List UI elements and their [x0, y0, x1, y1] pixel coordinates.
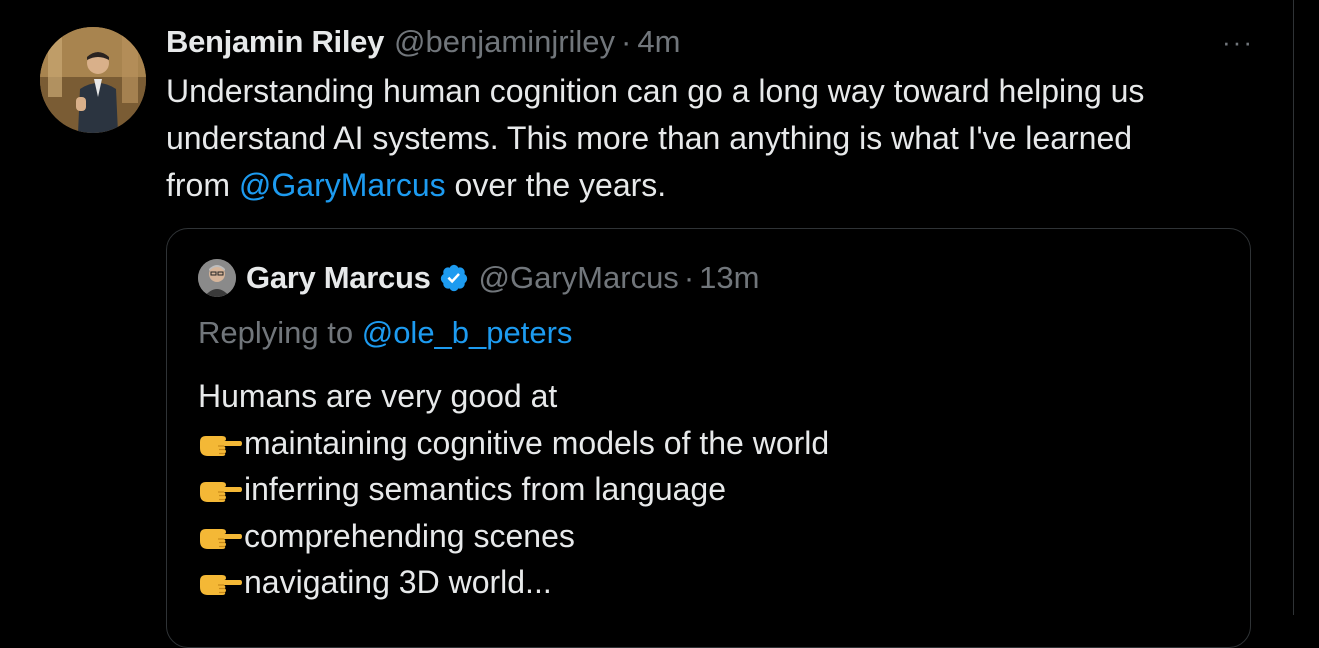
pointing-hand-icon — [200, 482, 242, 502]
author-avatar[interactable] — [40, 27, 146, 133]
quoted-tweet-timestamp[interactable]: 13m — [699, 260, 759, 296]
tweet-text-line: Understanding human cognition can go a l… — [166, 73, 1145, 109]
pointing-hand-icon — [200, 435, 242, 456]
quoted-author-name[interactable]: Gary Marcus — [246, 260, 431, 296]
quoted-bullet-line: inferring semantics from language — [198, 466, 829, 513]
pointing-hand-icon — [200, 575, 242, 595]
tweet-text-prefix: from — [166, 167, 239, 203]
quoted-tweet-card[interactable]: Gary Marcus @GaryMarcus · 13m Replying t… — [166, 228, 1251, 648]
quoted-tweet-header: Gary Marcus @GaryMarcus · 13m — [198, 257, 759, 299]
tweet[interactable]: Benjamin Riley @benjaminjriley · 4m ··· … — [0, 0, 1293, 648]
bullet-text: maintaining cognitive models of the worl… — [244, 424, 830, 461]
author-name[interactable]: Benjamin Riley — [166, 24, 384, 60]
verified-badge-icon — [440, 264, 467, 292]
tweet-text: Understanding human cognition can go a l… — [166, 68, 1236, 209]
tweet-header: Benjamin Riley @benjaminjriley · 4m — [166, 22, 680, 62]
tweet-timestamp[interactable]: 4m — [637, 24, 680, 60]
quoted-bullet-line: maintaining cognitive models of the worl… — [198, 420, 829, 467]
tweet-text-line: understand AI systems. This more than an… — [166, 120, 1133, 156]
bullet-text: navigating 3D world... — [244, 564, 552, 600]
separator-dot: · — [621, 24, 632, 59]
quoted-bullet-line: navigating 3D world... — [198, 559, 829, 606]
more-options-button[interactable]: ··· — [1218, 26, 1258, 57]
tweet-text-suffix: over the years. — [445, 167, 667, 203]
replying-to-mention[interactable]: @ole_b_peters — [362, 315, 573, 350]
quoted-tweet-text: Humans are very good at maintaining cogn… — [198, 373, 829, 606]
bullet-text: comprehending scenes — [244, 517, 575, 554]
quoted-author-avatar-image — [198, 259, 236, 297]
mention-link[interactable]: @GaryMarcus — [239, 167, 446, 203]
more-icon: ··· — [1222, 26, 1254, 57]
author-avatar-image — [40, 27, 146, 133]
quoted-author-handle[interactable]: @GaryMarcus — [479, 260, 679, 296]
replying-to-label: Replying to — [198, 315, 362, 350]
replying-to-line: Replying to @ole_b_peters — [198, 315, 572, 351]
quoted-intro-line: Humans are very good at — [198, 378, 558, 414]
pointing-hand-icon — [200, 528, 242, 549]
quoted-bullet-line: comprehending scenes — [198, 513, 829, 560]
quoted-separator-dot: · — [683, 260, 695, 295]
timeline-divider — [1293, 0, 1294, 615]
quoted-author-avatar[interactable] — [198, 259, 236, 297]
author-handle[interactable]: @benjaminjriley — [394, 24, 615, 60]
tweet-text-line: from @GaryMarcus over the years. — [166, 162, 1236, 209]
bullet-text: inferring semantics from language — [244, 471, 727, 507]
